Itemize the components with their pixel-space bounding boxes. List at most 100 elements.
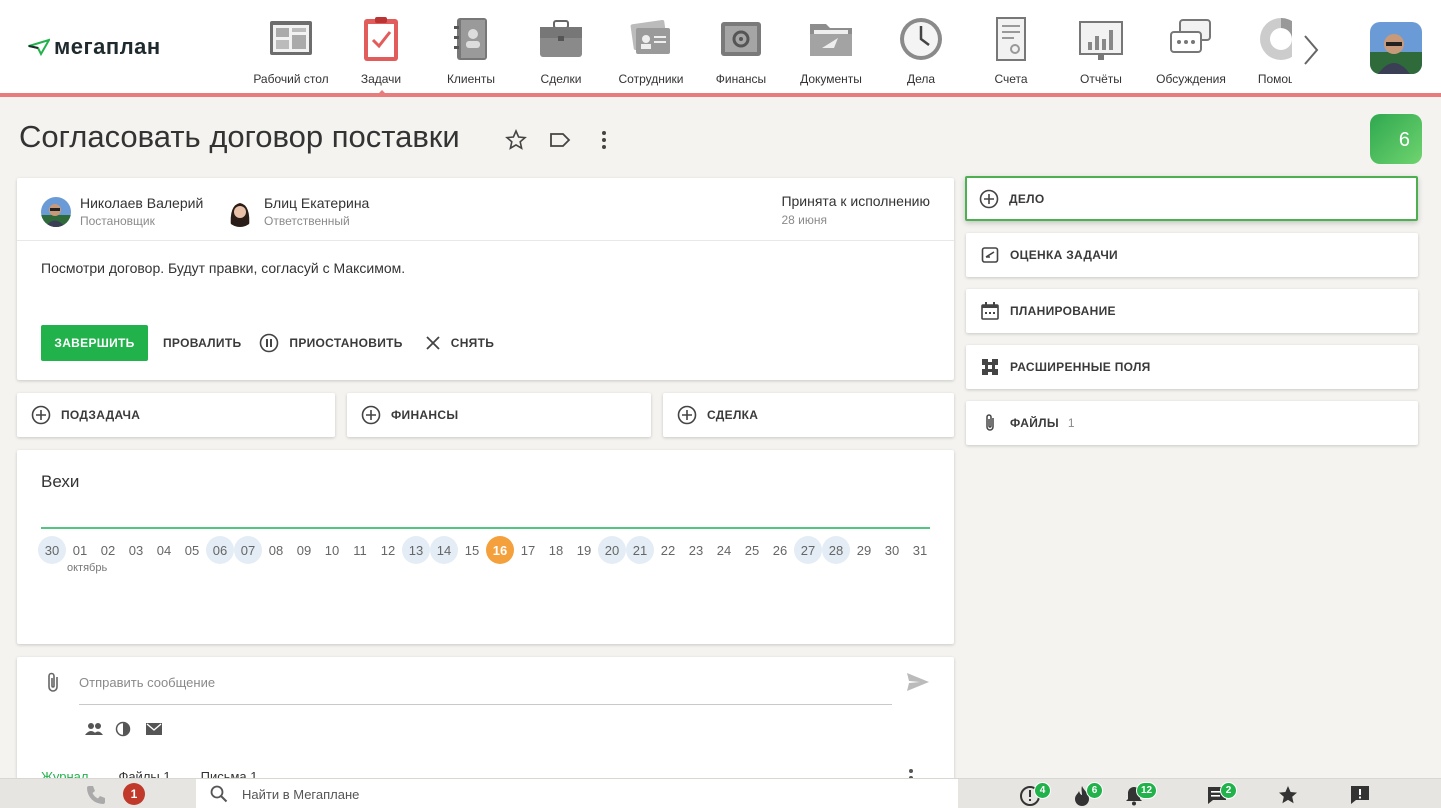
day-cell[interactable]: 12	[374, 536, 402, 564]
day-cell[interactable]: 25	[738, 536, 766, 564]
nav-item-discussions[interactable]: Обсуждения	[1146, 10, 1236, 92]
day-cell[interactable]: 07	[234, 536, 262, 564]
avatar	[41, 196, 71, 227]
nav-item-clients[interactable]: Клиенты	[426, 10, 516, 92]
day-cell[interactable]: 15	[458, 536, 486, 564]
add-finance-button[interactable]: ФИНАНСЫ	[347, 393, 651, 437]
nav-label: Обсуждения	[1156, 72, 1226, 86]
day-cell[interactable]: 08	[262, 536, 290, 564]
day-cell[interactable]: 05	[178, 536, 206, 564]
day-cell[interactable]: 11	[346, 536, 374, 564]
user-avatar[interactable]	[1370, 22, 1422, 74]
day-cell[interactable]: 26	[766, 536, 794, 564]
day-today[interactable]: 16	[486, 536, 514, 564]
day-cell[interactable]: 27	[794, 536, 822, 564]
tag-icon[interactable]	[548, 128, 572, 152]
fire-badge: 6	[1086, 782, 1103, 799]
day-cell[interactable]: 29	[850, 536, 878, 564]
task-status[interactable]: Принята к исполнению 28 июня	[781, 193, 930, 227]
day-cell[interactable]: 30	[38, 536, 66, 564]
task-card: Николаев Валерий Постановщик Блиц Екатер…	[17, 178, 954, 380]
star-icon[interactable]	[504, 128, 528, 152]
day-cell[interactable]: 01	[66, 536, 94, 564]
day-cell[interactable]: 31	[906, 536, 934, 564]
day-cell[interactable]: 19	[570, 536, 598, 564]
task-description: Посмотри договор. Будут правки, согласуй…	[41, 260, 406, 276]
feedback-icon[interactable]	[1348, 783, 1372, 807]
chevron-right-icon[interactable]	[1297, 30, 1325, 70]
logo-icon	[28, 38, 50, 56]
day-cell[interactable]: 03	[122, 536, 150, 564]
day-cell[interactable]: 17	[514, 536, 542, 564]
day-cell[interactable]: 28	[822, 536, 850, 564]
nav-label: Клиенты	[446, 72, 496, 86]
task-actions: ЗАВЕРШИТЬ ПРОВАЛИТЬ ПРИОСТАНОВИТЬ СНЯТЬ	[41, 325, 494, 361]
day-cell[interactable]: 18	[542, 536, 570, 564]
plus-circle-icon	[31, 405, 51, 425]
global-search[interactable]: Найти в Мегаплане	[196, 779, 958, 808]
extended-fields-button[interactable]: РАСШИРЕННЫЕ ПОЛЯ	[966, 345, 1418, 389]
owner-name: Николаев Валерий	[80, 195, 204, 211]
nav-item-tasks[interactable]: Задачи	[336, 10, 426, 94]
message-input[interactable]: Отправить сообщение	[79, 675, 215, 690]
day-cell[interactable]: 20	[598, 536, 626, 564]
desktop-icon	[270, 21, 312, 55]
milestones-card: Вехи 30 01 02 03 04 05 06 07 08 09 10 11 12 13 14 15 16 1…	[17, 450, 954, 644]
day-cell[interactable]: 24	[710, 536, 738, 564]
send-icon[interactable]	[906, 672, 930, 692]
complete-button[interactable]: ЗАВЕРШИТЬ	[41, 325, 148, 361]
add-subtask-button[interactable]: ПОДЗАДАЧА	[17, 393, 335, 437]
day-cell[interactable]: 06	[206, 536, 234, 564]
milestones-timeline	[41, 527, 930, 529]
nav-item-desktop[interactable]: Рабочий стол	[246, 10, 336, 92]
fail-button[interactable]: ПРОВАЛИТЬ	[163, 336, 241, 350]
day-cell[interactable]: 02	[94, 536, 122, 564]
day-cell[interactable]: 14	[430, 536, 458, 564]
status-date: 28 июня	[781, 213, 827, 227]
nav-item-invoices[interactable]: Счета	[966, 10, 1056, 92]
nav-item-deals[interactable]: Сделки	[516, 10, 606, 92]
task-owner[interactable]: Николаев Валерий Постановщик	[41, 195, 203, 228]
timer-icon[interactable]	[115, 721, 131, 737]
phone-icon[interactable]	[84, 783, 108, 807]
search-input[interactable]: Найти в Мегаплане	[242, 787, 359, 802]
day-cell[interactable]: 09	[290, 536, 318, 564]
day-cell[interactable]: 22	[654, 536, 682, 564]
paperclip-icon[interactable]	[43, 671, 63, 695]
day-cell[interactable]: 21	[626, 536, 654, 564]
add-deal-button[interactable]: СДЕЛКА	[663, 393, 954, 437]
status-text: Принята к исполнению	[781, 193, 930, 209]
chat-badge: 2	[1220, 782, 1237, 799]
remove-button[interactable]: СНЯТЬ	[425, 335, 494, 351]
day-cell[interactable]: 10	[318, 536, 346, 564]
task-rating-button[interactable]: ОЦЕНКА ЗАДАЧИ	[966, 233, 1418, 277]
nav-item-todos[interactable]: Дела	[876, 10, 966, 92]
day-cell[interactable]: 04	[150, 536, 178, 564]
nav-item-finance[interactable]: Финансы	[696, 10, 786, 92]
divider	[17, 240, 954, 241]
search-icon	[210, 785, 228, 803]
puzzle-icon	[982, 359, 998, 375]
day-cell[interactable]: 23	[682, 536, 710, 564]
files-button[interactable]: ФАЙЛЫ 1	[966, 401, 1418, 445]
pause-label: ПРИОСТАНОВИТЬ	[289, 336, 403, 350]
day-cell[interactable]: 30	[878, 536, 906, 564]
nav-item-documents[interactable]: Документы	[786, 10, 876, 92]
responsible-name: Блиц Екатерина	[264, 195, 370, 211]
star-icon[interactable]	[1276, 783, 1300, 807]
logo[interactable]: мегаплан	[28, 34, 161, 60]
invoices-icon	[996, 17, 1026, 61]
nav-item-employees[interactable]: Сотрудники	[606, 10, 696, 92]
people-icon[interactable]	[84, 721, 104, 737]
todo-label: ДЕЛО	[1009, 191, 1045, 206]
more-vertical-icon[interactable]	[592, 128, 616, 152]
task-responsible[interactable]: Блиц Екатерина Ответственный	[225, 195, 369, 228]
planning-button[interactable]: ПЛАНИРОВАНИЕ	[966, 289, 1418, 333]
nav-item-help[interactable]: Помощь	[1236, 10, 1292, 92]
pause-button[interactable]: ПРИОСТАНОВИТЬ	[259, 333, 402, 353]
day-cell[interactable]: 13	[402, 536, 430, 564]
mail-icon[interactable]	[145, 722, 163, 736]
add-todo-button[interactable]: ДЕЛО	[965, 176, 1418, 221]
activity-badge[interactable]: 6	[1370, 114, 1422, 164]
nav-item-reports[interactable]: Отчёты	[1056, 10, 1146, 92]
